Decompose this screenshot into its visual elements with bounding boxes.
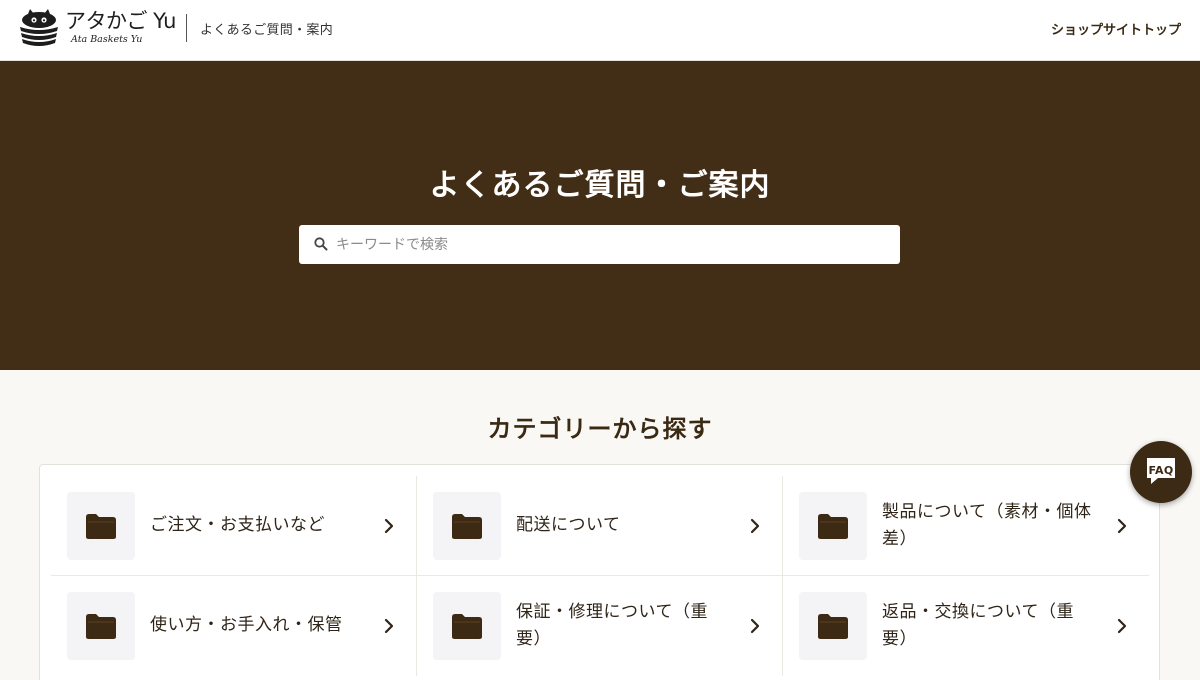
search-box[interactable]: [299, 225, 900, 264]
category-label: 製品について（素材・個体差）: [882, 501, 1092, 549]
chevron-right-icon: [750, 618, 760, 634]
chevron-right-icon: [1117, 518, 1127, 534]
category-item[interactable]: ご注文・お支払いなど: [51, 476, 417, 576]
faq-chat-button[interactable]: FAQ: [1130, 441, 1192, 503]
category-item[interactable]: 使い方・お手入れ・保管: [51, 576, 417, 676]
logo-wordmark: アタかご Yu: [65, 9, 176, 34]
folder-icon: [452, 614, 482, 639]
categories-title: カテゴリーから探す: [487, 415, 713, 443]
chevron-right-icon: [750, 518, 760, 534]
folder-icon: [86, 514, 116, 539]
category-item[interactable]: 配送について: [417, 476, 783, 576]
category-grid: ご注文・お支払いなど 配送について 製品について（素材・個体差） 使い方・お手入れ・保…: [51, 476, 1149, 676]
site-header: アタかご Yu Ata Baskets Yu よくあるご質問・案内 ショップサイ…: [0, 0, 1200, 61]
faq-button-label: FAQ: [1148, 464, 1174, 477]
category-label: 返品・交換について（重要）: [882, 601, 1074, 649]
search-input[interactable]: [336, 225, 891, 264]
category-item[interactable]: 保証・修理について（重要）: [417, 576, 783, 676]
hero-title: よくあるご質問・ご案内: [429, 168, 771, 203]
category-icon-box: [799, 592, 867, 660]
category-icon-box: [799, 492, 867, 560]
folder-icon: [86, 614, 116, 639]
search-icon: [314, 237, 328, 251]
category-label: 使い方・お手入れ・保管: [150, 615, 343, 636]
category-icon-box: [433, 492, 501, 560]
folder-icon: [818, 614, 848, 639]
folder-icon: [452, 514, 482, 539]
hero-banner: よくあるご質問・ご案内: [0, 61, 1200, 370]
cat-basket-logo-icon: [20, 9, 58, 46]
shop-top-link[interactable]: ショップサイトトップ: [1051, 19, 1181, 38]
header-page-title: よくあるご質問・案内: [200, 23, 334, 38]
category-icon-box: [433, 592, 501, 660]
category-item[interactable]: 返品・交換について（重要）: [783, 576, 1149, 676]
header-divider: [186, 14, 187, 42]
chevron-right-icon: [384, 518, 394, 534]
chevron-right-icon: [384, 618, 394, 634]
logo-tagline: Ata Baskets Yu: [71, 34, 143, 46]
category-label: 保証・修理について（重要）: [516, 601, 708, 649]
category-label: ご注文・お支払いなど: [150, 515, 325, 536]
folder-icon: [818, 514, 848, 539]
category-icon-box: [67, 492, 135, 560]
chevron-right-icon: [1117, 618, 1127, 634]
category-label: 配送について: [516, 515, 621, 536]
category-item[interactable]: 製品について（素材・個体差）: [783, 476, 1149, 576]
category-panel: ご注文・お支払いなど 配送について 製品について（素材・個体差） 使い方・お手入れ・保…: [39, 464, 1160, 680]
brand-logo[interactable]: アタかご Yu Ata Baskets Yu: [17, 7, 177, 49]
category-icon-box: [67, 592, 135, 660]
